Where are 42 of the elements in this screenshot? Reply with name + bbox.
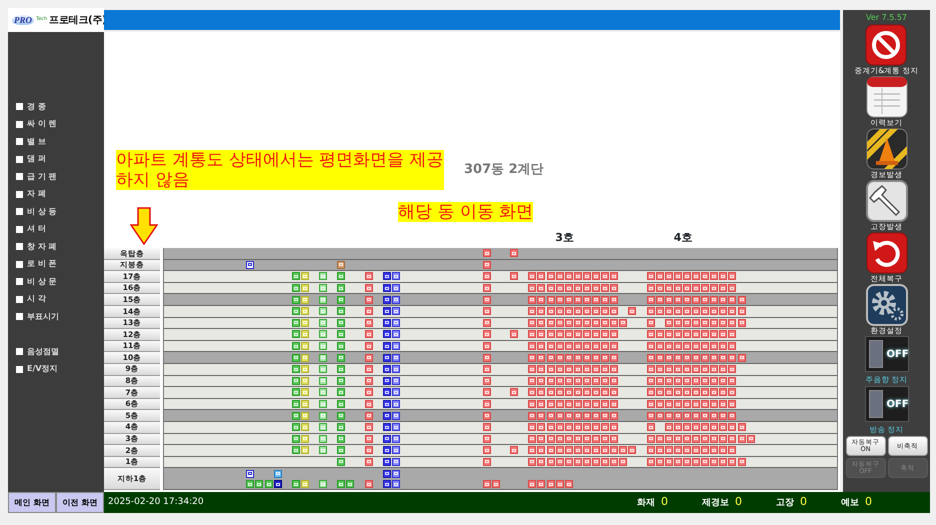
counter-label: 제경보 bbox=[702, 497, 729, 510]
filter-checkbox[interactable]: 창 자 폐 bbox=[16, 238, 104, 256]
counter-value: 0 bbox=[865, 494, 872, 510]
building-title: 307동 2계단 bbox=[464, 162, 544, 177]
filter-checkbox[interactable]: 시 각 bbox=[16, 290, 104, 308]
datetime-text: 2025-02-20 17:34:20 bbox=[108, 496, 204, 509]
filter-checkbox[interactable]: 비 상 등 bbox=[16, 203, 104, 220]
filter-checkbox[interactable]: 로 비 폰 bbox=[16, 256, 104, 273]
counter-value: 0 bbox=[661, 494, 668, 510]
filter-checkbox[interactable]: 싸 이 렌 bbox=[16, 116, 104, 133]
down-arrow-icon bbox=[130, 207, 158, 245]
filter-checkbox[interactable]: 급 기 팬 bbox=[16, 168, 104, 186]
logo-mark: PRO bbox=[12, 15, 34, 25]
calendar-icon bbox=[866, 76, 908, 118]
refresh-icon bbox=[866, 232, 908, 274]
toggle-switch[interactable]: OFF bbox=[864, 386, 908, 422]
no-entry-icon bbox=[865, 24, 908, 66]
filter-checkbox[interactable]: 댐 퍼 bbox=[16, 150, 104, 168]
filter-checkbox[interactable]: 부표시기 bbox=[16, 308, 104, 326]
filter-checkbox[interactable]: 경 종 bbox=[16, 98, 104, 116]
version-text: Ver 7.5.57 bbox=[866, 12, 908, 24]
filter-checkbox[interactable]: E/V정지 bbox=[16, 360, 104, 378]
annotation-text: 아파트 계통도 상태에서는 평면화면을 제공 하지 않음 bbox=[116, 150, 444, 190]
counter-label: 고장 bbox=[776, 497, 794, 510]
counter-label: 예보 bbox=[841, 497, 859, 510]
filter-checkbox[interactable]: 음성점멸 bbox=[16, 343, 104, 360]
toggle-switch[interactable]: OFF bbox=[864, 336, 908, 372]
unit-label: 4호 bbox=[674, 232, 694, 244]
filter-checkbox[interactable]: 셔 터 bbox=[16, 220, 104, 238]
nav-button[interactable]: 이전 화면 bbox=[56, 492, 104, 513]
counter-value: 0 bbox=[735, 494, 742, 510]
nav-button[interactable]: 메인 화면 bbox=[8, 492, 56, 513]
counter-label: 화재 bbox=[637, 497, 655, 510]
filter-checkbox[interactable]: 자 폐 bbox=[16, 186, 104, 203]
filter-checkbox[interactable]: 비 상 문 bbox=[16, 273, 104, 290]
settings-icon bbox=[866, 284, 908, 326]
counter-value: 0 bbox=[800, 494, 807, 510]
unit-label: 3호 bbox=[555, 232, 575, 244]
annotation-text: 해당 동 이동 화면 bbox=[398, 202, 534, 222]
wrench-icon bbox=[866, 180, 908, 222]
traffic-cone-icon bbox=[866, 128, 908, 170]
filter-checkbox[interactable]: 밸 브 bbox=[16, 133, 104, 150]
